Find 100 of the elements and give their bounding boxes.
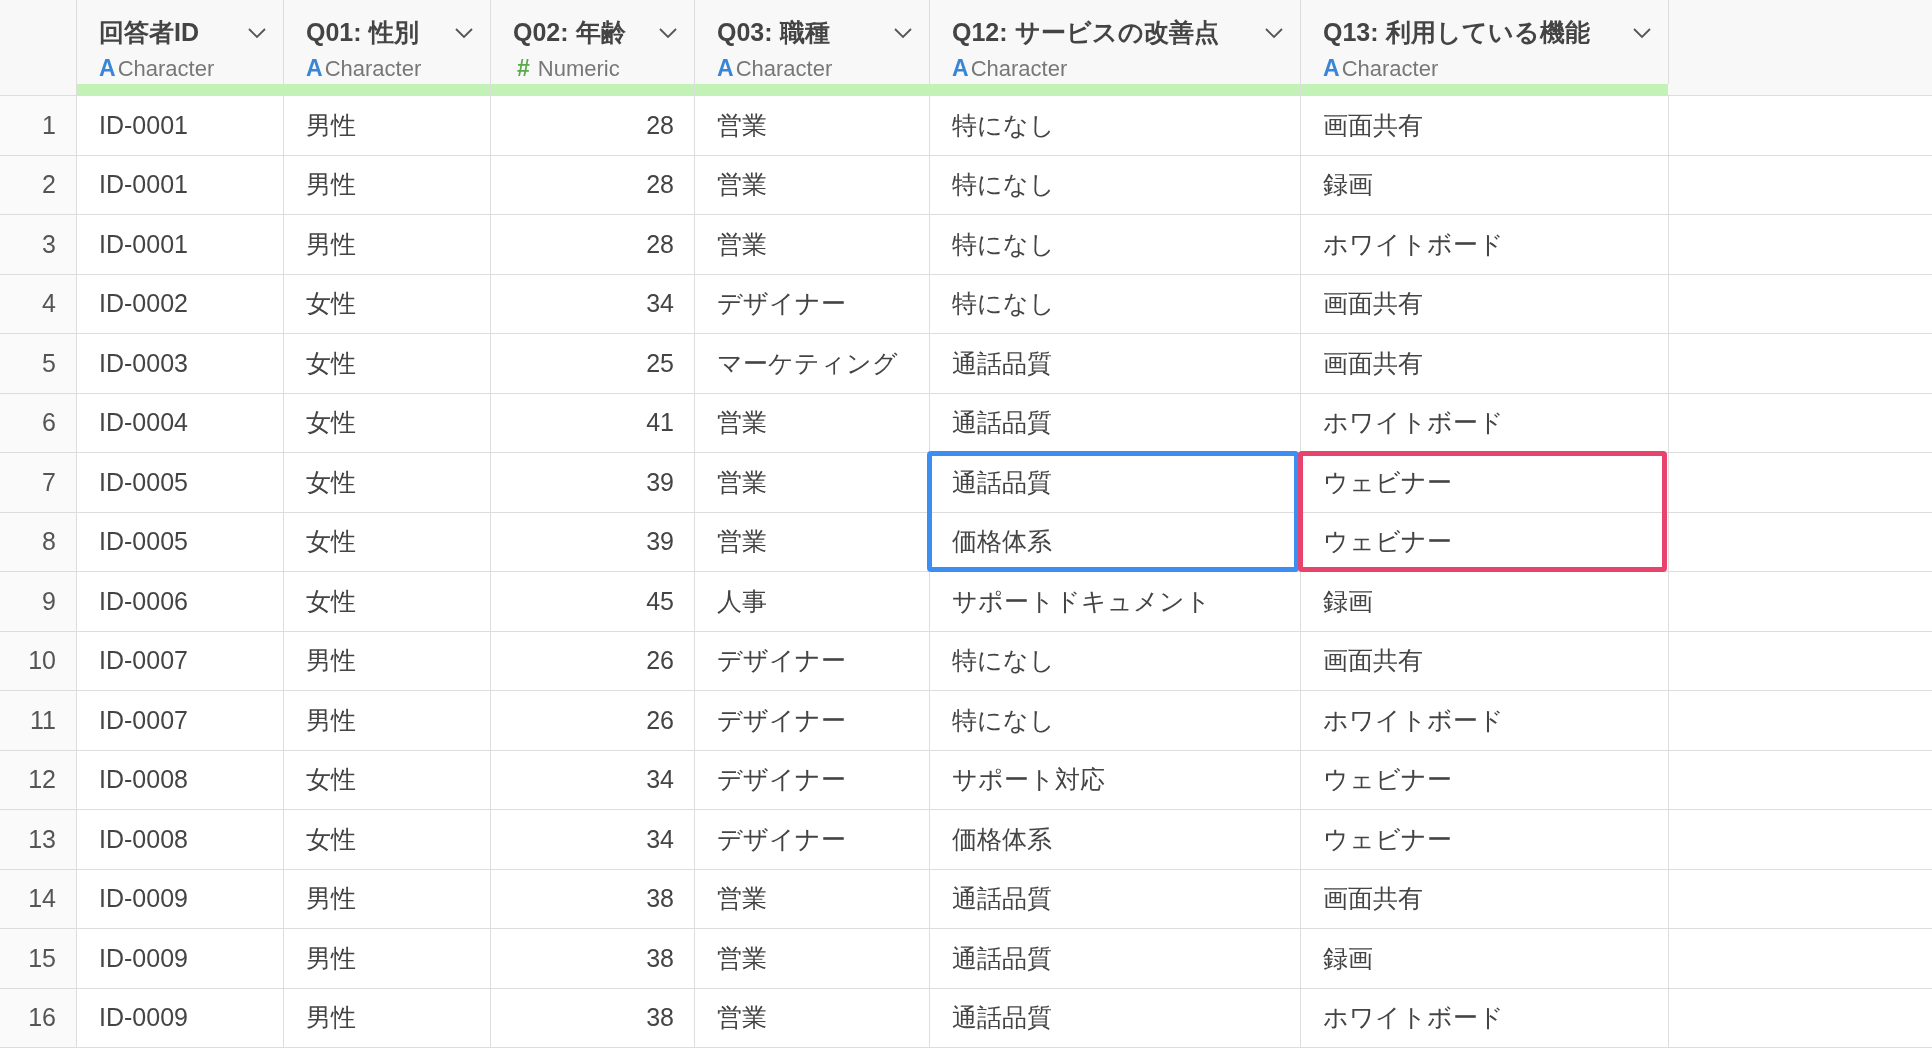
table-cell-text: 営業 xyxy=(717,109,767,141)
table-cell: 38 xyxy=(646,884,674,914)
table-cell-text: デザイナー xyxy=(717,645,846,677)
table-cell: 38 xyxy=(646,1003,674,1033)
table-cell-text: 価格体系 xyxy=(952,823,1052,855)
chevron-down-icon[interactable] xyxy=(454,26,474,39)
column-type: Numeric xyxy=(537,56,620,82)
row-number: 15 xyxy=(28,943,56,973)
table-cell-text: 男性 xyxy=(306,645,356,677)
table-cell: 26 xyxy=(646,705,674,735)
table-cell-text: 営業 xyxy=(717,407,767,439)
column-header[interactable]: Q13: 利用している機能 xyxy=(1323,16,1590,49)
table-cell-text: マーケティング xyxy=(717,347,898,379)
type-icon: # xyxy=(517,55,530,82)
table-cell-text: サポートドキュメント xyxy=(952,585,1211,617)
table-cell: 34 xyxy=(646,824,674,854)
table-cell-text: 女性 xyxy=(306,823,356,855)
column-header[interactable]: Q02: 年齢 xyxy=(513,16,626,49)
row-number: 7 xyxy=(42,467,56,497)
table-cell-text: ホワイトボード xyxy=(1323,704,1504,736)
table-cell: ID-0005 xyxy=(99,527,188,557)
table-cell-text: デザイナー xyxy=(717,764,846,796)
table-cell: ID-0001 xyxy=(99,110,188,140)
table-cell-text: 営業 xyxy=(717,169,767,201)
column-type: Character xyxy=(1341,56,1439,82)
table-cell-text: 通話品質 xyxy=(952,942,1052,974)
table-cell-text: 女性 xyxy=(306,526,356,558)
table-cell: ID-0004 xyxy=(99,408,188,438)
type-icon: A xyxy=(1323,55,1340,82)
row-number: 12 xyxy=(28,765,56,795)
table-cell: 41 xyxy=(646,408,674,438)
table-cell-text: 画面共有 xyxy=(1323,883,1423,915)
column-header[interactable]: Q01: 性別 xyxy=(306,16,419,49)
table-cell-text: 男性 xyxy=(306,704,356,736)
table-cell: ID-0003 xyxy=(99,348,188,378)
row-number: 4 xyxy=(42,289,56,319)
chevron-down-icon[interactable] xyxy=(1632,26,1652,39)
type-icon: A xyxy=(306,55,323,82)
table-cell-text: 通話品質 xyxy=(952,466,1052,498)
table-cell-text: デザイナー xyxy=(717,704,846,736)
table-cell-text: ウェビナー xyxy=(1323,764,1452,796)
table-cell: ID-0006 xyxy=(99,586,188,616)
table-cell-text: 営業 xyxy=(717,883,767,915)
table-cell-text: 男性 xyxy=(306,1002,356,1034)
table-cell-text: 営業 xyxy=(717,526,767,558)
type-icon: A xyxy=(952,55,969,82)
table-cell: ID-0001 xyxy=(99,229,188,259)
table-cell-text: 女性 xyxy=(306,466,356,498)
table-cell: 34 xyxy=(646,289,674,319)
table-cell: 38 xyxy=(646,943,674,973)
table-cell-text: 録画 xyxy=(1323,942,1373,974)
table-cell: 34 xyxy=(646,765,674,795)
row-number: 8 xyxy=(42,527,56,557)
row-number: 6 xyxy=(42,408,56,438)
column-header[interactable]: Q12: サービスの改善点 xyxy=(952,16,1219,49)
row-number: 14 xyxy=(28,884,56,914)
column-type: Character xyxy=(324,56,422,82)
table-cell-text: 通話品質 xyxy=(952,883,1052,915)
row-number: 2 xyxy=(42,170,56,200)
table-cell-text: ホワイトボード xyxy=(1323,407,1504,439)
table-cell-text: 特になし xyxy=(952,109,1055,141)
table-cell-text: ウェビナー xyxy=(1323,466,1452,498)
table-cell-text: 画面共有 xyxy=(1323,347,1423,379)
table-cell-text: 営業 xyxy=(717,466,767,498)
table-cell-text: 録画 xyxy=(1323,585,1373,617)
column-header[interactable]: Q03: 職種 xyxy=(717,16,830,49)
table-cell-text: サポート対応 xyxy=(952,764,1105,796)
row-number: 1 xyxy=(42,110,56,140)
chevron-down-icon[interactable] xyxy=(1264,26,1284,39)
table-cell-text: 録画 xyxy=(1323,169,1373,201)
type-icon: A xyxy=(99,55,116,82)
column-type: Character xyxy=(970,56,1068,82)
table-cell-text: 女性 xyxy=(306,764,356,796)
table-cell-text: 通話品質 xyxy=(952,407,1052,439)
table-cell-text: 特になし xyxy=(952,645,1055,677)
table-cell: ID-0008 xyxy=(99,765,188,795)
table-cell-text: ホワイトボード xyxy=(1323,228,1504,260)
table-cell-text: 男性 xyxy=(306,109,356,141)
table-cell: ID-0007 xyxy=(99,646,188,676)
row-number: 3 xyxy=(42,229,56,259)
table-cell-text: 人事 xyxy=(717,585,767,617)
column-header[interactable]: 回答者ID xyxy=(99,16,199,49)
type-icon: A xyxy=(717,55,734,82)
chevron-down-icon[interactable] xyxy=(893,26,913,39)
table-cell: ID-0002 xyxy=(99,289,188,319)
table-cell: 28 xyxy=(646,170,674,200)
chevron-down-icon[interactable] xyxy=(658,26,678,39)
table-cell-text: 男性 xyxy=(306,169,356,201)
table-cell-text: 価格体系 xyxy=(952,526,1052,558)
table-cell: ID-0008 xyxy=(99,824,188,854)
table-cell-text: 特になし xyxy=(952,228,1055,260)
column-type: Character xyxy=(117,56,215,82)
table-cell-text: 女性 xyxy=(306,407,356,439)
table-cell-text: ウェビナー xyxy=(1323,823,1452,855)
table-cell: 28 xyxy=(646,110,674,140)
table-cell-text: 通話品質 xyxy=(952,347,1052,379)
table-cell-text: デザイナー xyxy=(717,823,846,855)
table-cell: 25 xyxy=(646,348,674,378)
table-cell: ID-0007 xyxy=(99,705,188,735)
chevron-down-icon[interactable] xyxy=(247,26,267,39)
